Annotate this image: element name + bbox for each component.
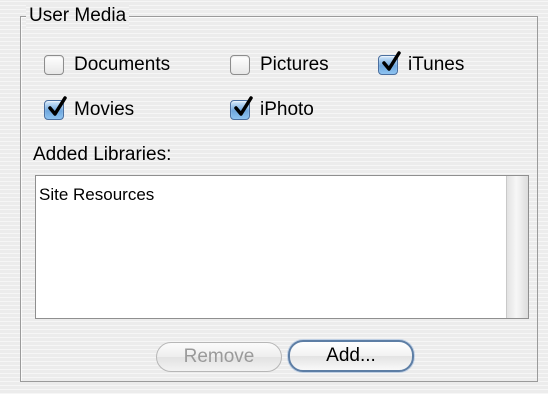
checkbox-control[interactable] xyxy=(230,96,253,120)
add-button[interactable]: Add... xyxy=(288,340,414,372)
checkbox-label: Pictures xyxy=(260,54,329,75)
checkbox-control[interactable] xyxy=(44,55,64,75)
checkbox-control[interactable] xyxy=(230,55,250,75)
remove-button[interactable]: Remove xyxy=(156,342,282,372)
itunes-checkbox[interactable]: iTunes xyxy=(378,51,465,77)
checkbox-control[interactable] xyxy=(44,96,67,120)
checkbox-control[interactable] xyxy=(378,51,401,75)
iphoto-checkbox[interactable]: iPhoto xyxy=(230,96,314,122)
group-title: User Media xyxy=(26,4,130,28)
movies-checkbox[interactable]: Movies xyxy=(44,96,135,122)
checkbox-label: iTunes xyxy=(408,54,465,75)
checkmark-icon xyxy=(382,51,401,71)
libraries-list[interactable]: Site Resources xyxy=(35,175,529,319)
scrollbar[interactable] xyxy=(506,176,528,318)
documents-checkbox[interactable]: Documents xyxy=(44,53,170,77)
pictures-checkbox[interactable]: Pictures xyxy=(230,53,329,77)
checkbox-label: Documents xyxy=(74,54,171,75)
checkmark-icon xyxy=(48,96,67,116)
checkmark-icon xyxy=(234,96,253,116)
checkbox-label: iPhoto xyxy=(260,99,314,120)
list-item[interactable]: Site Resources xyxy=(39,184,154,206)
added-libraries-label: Added Libraries: xyxy=(33,144,172,165)
checkbox-label: Movies xyxy=(74,99,135,120)
